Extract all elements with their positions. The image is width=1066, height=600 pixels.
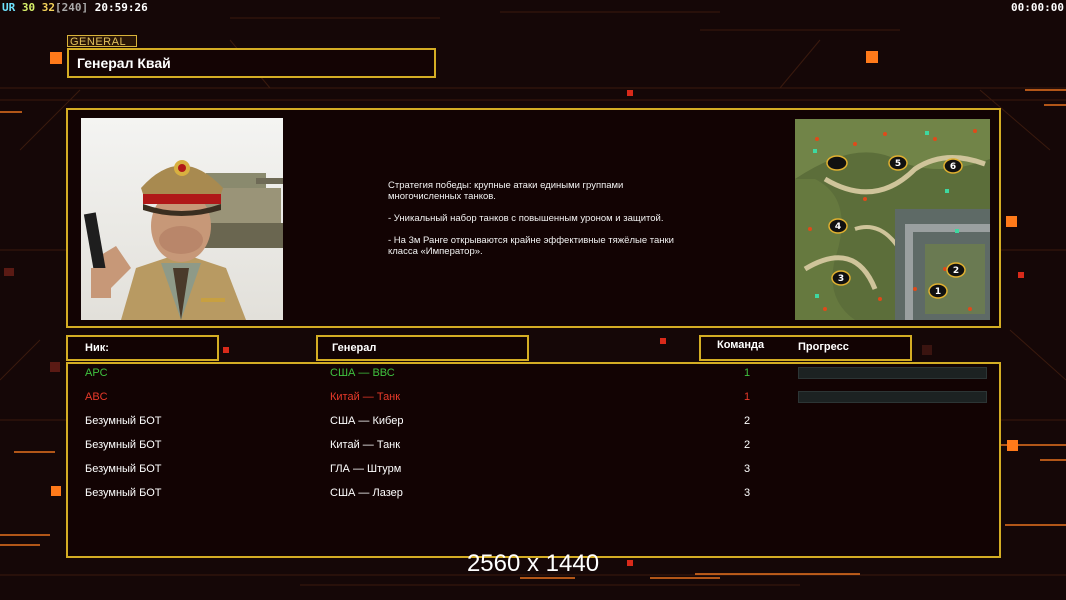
- player-nick: Безумный БОТ: [85, 463, 162, 475]
- map-marker-3: 3: [838, 274, 844, 284]
- general-portrait: [81, 118, 283, 320]
- player-nick: APC: [85, 367, 108, 379]
- player-row: APC США — ВВС 1: [0, 363, 1066, 383]
- game-timer: 00:00:00: [1011, 1, 1064, 14]
- system-clock: 20:59:26: [94, 1, 148, 14]
- player-team: 2: [743, 439, 751, 451]
- column-header-team-progress: Команда Прогресс: [699, 335, 912, 361]
- player-team: 3: [743, 463, 751, 475]
- player-general: США — Кибер: [330, 415, 404, 427]
- player-progress-bar: [798, 367, 987, 379]
- map-marker-5: 5: [895, 159, 901, 169]
- map-marker-4: 4: [835, 222, 841, 232]
- map-marker-2: 2: [953, 266, 959, 276]
- fps-value-b: 32: [41, 1, 55, 14]
- general-description: Стратегия победы: крупные атаки едиными …: [388, 180, 674, 257]
- player-general: Китай — Танк: [330, 391, 401, 403]
- player-team: 3: [743, 487, 751, 499]
- fps-counter: UR 30 32[240] 20:59:26: [2, 1, 148, 14]
- player-team: 2: [743, 415, 751, 427]
- player-progress-bar: [798, 391, 987, 403]
- resolution-label: 2560 x 1440: [466, 550, 600, 577]
- player-row: Безумный БОТ ГЛА — Штурм 3: [0, 459, 1066, 479]
- player-team: 1: [743, 391, 751, 403]
- player-nick: Безумный БОТ: [85, 487, 162, 499]
- player-general: ГЛА — Штурм: [330, 463, 402, 475]
- player-row: ABC Китай — Танк 1: [0, 387, 1066, 407]
- player-row: Безумный БОТ США — Лазер 3: [0, 483, 1066, 503]
- general-title: Генерал Квай: [67, 48, 436, 78]
- player-row: Безумный БОТ США — Кибер 2: [0, 411, 1066, 431]
- fps-value-a: 30: [21, 1, 36, 14]
- map-marker-6: 6: [950, 162, 956, 172]
- column-header-nick: Ник:: [66, 335, 219, 361]
- player-nick: Безумный БОТ: [85, 439, 162, 451]
- player-team: 1: [743, 367, 751, 379]
- player-nick: Безумный БОТ: [85, 415, 162, 427]
- column-header-progress: Прогресс: [798, 341, 849, 353]
- player-general: Китай — Танк: [330, 439, 401, 451]
- map-marker-1: 1: [935, 287, 941, 297]
- fps-limit: [240]: [55, 1, 89, 14]
- map-preview: 5 6 4 3 2 1: [795, 119, 990, 320]
- player-general: США — Лазер: [330, 487, 403, 499]
- player-nick: ABC: [85, 391, 108, 403]
- general-tag: GENERAL: [67, 35, 137, 48]
- column-header-team: Команда: [717, 339, 765, 351]
- player-general: США — ВВС: [330, 367, 395, 379]
- player-row: Безумный БОТ Китай — Танк 2: [0, 435, 1066, 455]
- column-header-general: Генерал: [316, 335, 529, 361]
- ur-label: UR: [2, 1, 16, 14]
